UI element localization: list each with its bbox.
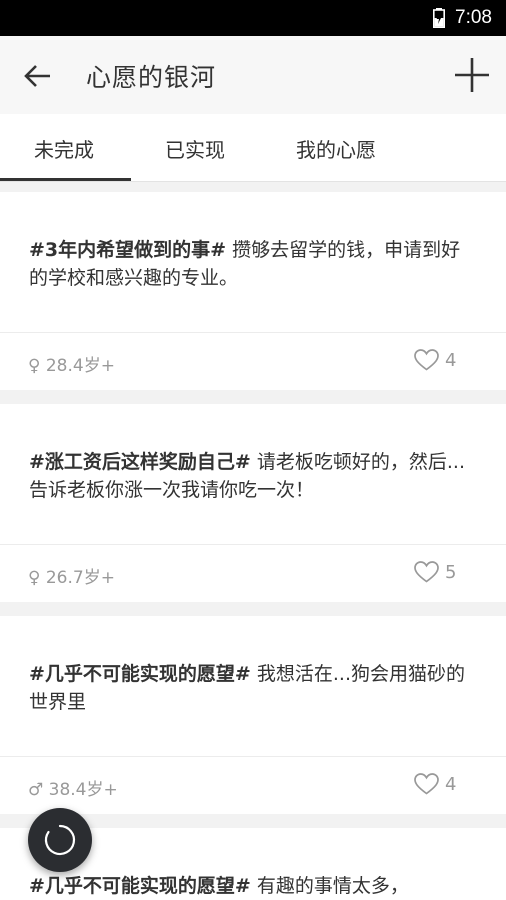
wish-body: 有趣的事情太多， xyxy=(250,875,409,897)
divider xyxy=(0,544,506,545)
page-title: 心愿的银河 xyxy=(86,63,217,92)
wish-text: #涨工资后这样奖励自己# 请老板吃顿好的，然后...告诉老板你涨一次我请你吃一次… xyxy=(29,448,479,504)
tab-unfinished[interactable]: 未完成 xyxy=(34,134,94,163)
heart-outline-icon xyxy=(414,561,439,583)
battery-charging-icon xyxy=(433,8,446,28)
wish-text: #3年内希望做到的事# 攒够去留学的钱，申请到好的学校和感兴趣的专业。 xyxy=(29,236,479,292)
wish-author-meta: ♀ 26.7岁+ xyxy=(28,568,115,588)
heart-outline-icon xyxy=(414,773,439,795)
app-bar: 心愿的银河 xyxy=(0,36,506,114)
plus-icon[interactable] xyxy=(453,56,491,94)
wish-text: #几乎不可能实现的愿望# 我想活在...狗会用猫砂的世界里 xyxy=(29,660,479,716)
wish-tag[interactable]: #几乎不可能实现的愿望# xyxy=(29,663,251,685)
wish-card[interactable]: #几乎不可能实现的愿望# 我想活在...狗会用猫砂的世界里 ♂ 38.4岁+ 4 xyxy=(0,616,506,814)
wish-tag[interactable]: #涨工资后这样奖励自己# xyxy=(29,451,251,473)
wish-tag[interactable]: #3年内希望做到的事# xyxy=(29,239,226,261)
status-bar: 7:08 xyxy=(0,0,506,36)
wish-card[interactable]: #涨工资后这样奖励自己# 请老板吃顿好的，然后...告诉老板你涨一次我请你吃一次… xyxy=(0,404,506,602)
refresh-icon xyxy=(44,824,76,856)
divider xyxy=(0,332,506,333)
wish-card[interactable]: #3年内希望做到的事# 攒够去留学的钱，申请到好的学校和感兴趣的专业。 ♀ 28… xyxy=(0,192,506,390)
like-count: 5 xyxy=(445,561,457,583)
like-button[interactable]: 4 xyxy=(414,773,456,795)
wish-author-meta: ♀ 28.4岁+ xyxy=(28,356,115,376)
divider xyxy=(0,756,506,757)
like-button[interactable]: 4 xyxy=(414,349,456,371)
tab-my-wishes[interactable]: 我的心愿 xyxy=(296,134,376,163)
heart-outline-icon xyxy=(414,349,439,371)
refresh-fab[interactable] xyxy=(28,808,92,872)
wish-tag[interactable]: #几乎不可能实现的愿望# xyxy=(29,875,251,897)
tab-indicator xyxy=(0,178,131,181)
like-count: 4 xyxy=(445,773,457,795)
wish-author-meta: ♂ 38.4岁+ xyxy=(28,780,118,800)
like-count: 4 xyxy=(445,349,457,371)
wish-text: #几乎不可能实现的愿望# 有趣的事情太多， xyxy=(29,872,479,900)
like-button[interactable]: 5 xyxy=(414,561,456,583)
tab-bar: 未完成 已实现 我的心愿 xyxy=(0,114,506,182)
tab-realized[interactable]: 已实现 xyxy=(165,134,225,163)
arrow-left-icon[interactable] xyxy=(22,60,54,92)
clock: 7:08 xyxy=(455,7,492,28)
